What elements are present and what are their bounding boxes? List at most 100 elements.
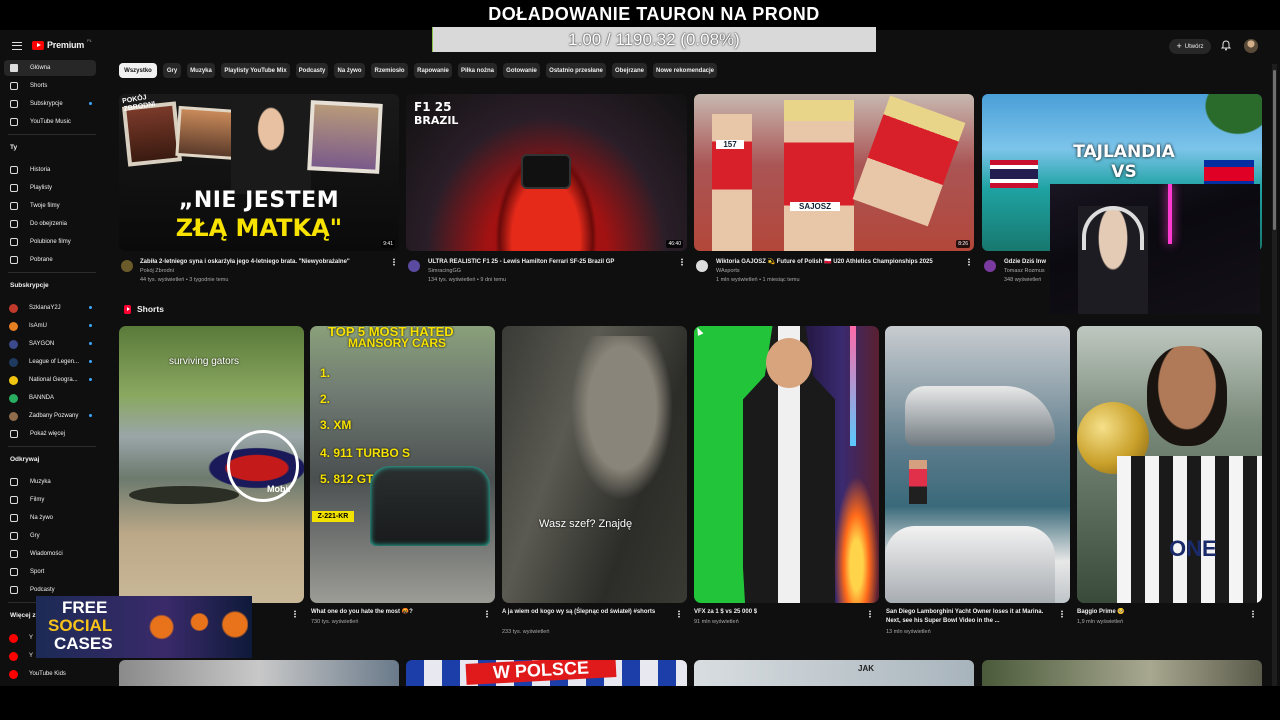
channel-avatar[interactable] <box>984 260 996 272</box>
sidebar-item[interactable]: Pokaż więcej <box>4 426 96 442</box>
sidebar-section-header[interactable]: Subskrypcje <box>10 282 49 289</box>
sidebar-item[interactable]: Do obejrzenia <box>4 216 96 232</box>
sidebar-section-header[interactable]: Odkrywaj <box>10 456 39 463</box>
sidebar-item[interactable]: Subskrypcje <box>4 96 96 112</box>
channel-avatar[interactable] <box>121 260 133 272</box>
video-title[interactable]: Zabiła 2-letniego syna i oskarżyła jego … <box>140 258 386 266</box>
more-options-icon[interactable] <box>486 610 488 618</box>
sidebar-section-header[interactable]: Ty <box>10 144 17 151</box>
sidebar-item[interactable]: Playlisty <box>4 180 96 196</box>
filter-chip[interactable]: Wszystko <box>119 63 157 78</box>
video-title[interactable]: ULTRA REALISTIC F1 25 - Lewis Hamilton F… <box>428 258 674 266</box>
sidebar-item-label: IsAmU <box>29 323 47 329</box>
short-thumbnail[interactable] <box>694 326 879 603</box>
channel-avatar <box>9 651 18 661</box>
short-sponsor-text: Mobil <box>267 484 291 494</box>
sidebar-item-label: Y <box>29 653 34 659</box>
sidebar-item[interactable]: Zadbany Pozwany <box>4 408 96 424</box>
sidebar-item-label: BANNDA <box>29 395 55 401</box>
sidebar-item[interactable]: YouTube Kids <box>4 666 96 682</box>
sidebar-item[interactable]: SAYGON <box>4 336 96 352</box>
filter-chip[interactable]: Playlisty YouTube Mix <box>221 63 290 78</box>
short-thumbnail[interactable]: Wasz szef? Znajdę <box>502 326 687 603</box>
filter-chip[interactable]: Na żywo <box>334 63 365 78</box>
sidebar-item[interactable]: Sport <box>4 564 96 580</box>
sidebar-item[interactable]: IsAmU <box>4 318 96 334</box>
more-options-icon[interactable] <box>393 258 395 266</box>
short-title[interactable]: What one do you hate the most 🤬? <box>311 608 479 617</box>
sidebar-item[interactable]: Twoje filmy <box>4 198 96 214</box>
filter-chip[interactable]: Rzemiosło <box>371 63 408 78</box>
short-title[interactable]: A ja wiem od kogo wy są (Ślepnąc od świa… <box>502 608 670 617</box>
create-label: Utwórz <box>1184 43 1204 50</box>
more-options-icon[interactable] <box>968 258 970 266</box>
channel-name[interactable]: Tomasz Rozmus <box>1004 268 1045 274</box>
sidebar-item[interactable]: Pobrane <box>4 252 96 268</box>
youtube-logo[interactable]: Premium PL <box>32 38 92 50</box>
sidebar-item-label: Shorts <box>30 83 48 89</box>
video-meta: 1 mln wyświetleń • 1 miesiąc temu <box>716 277 800 283</box>
channel-avatar[interactable] <box>696 260 708 272</box>
sidebar-item[interactable]: BANNDA <box>4 390 96 406</box>
channel-avatar[interactable] <box>408 260 420 272</box>
sidebar-item[interactable]: National Geogra... <box>4 372 96 388</box>
filter-chip[interactable]: Gry <box>163 63 181 78</box>
channel-name[interactable]: Pokój Zbrodni <box>140 268 174 274</box>
menu-icon[interactable] <box>12 42 22 50</box>
sidebar-section-header[interactable]: Więcej z <box>10 612 36 619</box>
short-thumbnail[interactable]: surviving gators Mobil <box>119 326 304 603</box>
sidebar-item[interactable]: Wiadomości <box>4 546 96 562</box>
sidebar-item[interactable]: League of Legen... <box>4 354 96 370</box>
more-options-icon[interactable] <box>294 610 296 618</box>
filter-chip[interactable]: Gotowanie <box>503 63 540 78</box>
account-avatar[interactable] <box>1244 39 1258 53</box>
filter-chip[interactable]: Muzyka <box>187 63 215 78</box>
sidebar-item-label: Historia <box>30 167 51 173</box>
thailand-flag-icon <box>990 160 1038 188</box>
channel-name[interactable]: SimracingGG <box>428 268 461 274</box>
short-title[interactable]: San Diego Lamborghini Yacht Owner loses … <box>886 608 1058 626</box>
sidebar-item[interactable]: Na żywo <box>4 510 96 526</box>
sidebar-item[interactable]: Główna <box>4 60 96 76</box>
more-options-icon[interactable] <box>1252 610 1254 618</box>
video-thumbnail[interactable]: F1 25 BRAZIL 46:40 <box>406 94 687 251</box>
page-scrollbar-thumb[interactable] <box>1273 70 1276 230</box>
video-thumbnail[interactable]: SAJOSZ 157 8:26 <box>694 94 974 251</box>
sidebar-item[interactable]: Polubione filmy <box>4 234 96 250</box>
notifications-bell-icon[interactable] <box>1221 40 1231 51</box>
more-options-icon[interactable] <box>681 258 683 266</box>
sidebar-item-label: Twoje filmy <box>30 203 60 209</box>
video-thumbnail[interactable]: JAK <box>694 660 974 686</box>
sidebar-item[interactable]: YouTube Music <box>4 114 96 130</box>
more-options-icon[interactable] <box>1061 610 1063 618</box>
sidebar-item[interactable]: Muzyka <box>4 474 96 490</box>
video-thumbnail[interactable]: W POLSCE <box>406 660 687 686</box>
sidebar-item[interactable]: Historia <box>4 162 96 178</box>
short-title[interactable]: Baggio Prime 🥺 <box>1077 608 1245 617</box>
sidebar-item[interactable]: Shorts <box>4 78 96 94</box>
filter-chip[interactable]: Podcasty <box>296 63 328 78</box>
video-thumbnail[interactable] <box>982 660 1262 686</box>
short-thumbnail[interactable]: ONE <box>1077 326 1262 603</box>
sidebar-item[interactable]: Gry <box>4 528 96 544</box>
sidebar-item[interactable]: Filmy <box>4 492 96 508</box>
short-thumbnail[interactable]: TOP 5 MOST HATED MANSORY CARS 1. 2. 3. X… <box>310 326 495 603</box>
filter-chip[interactable]: Obejrzane <box>612 63 647 78</box>
more-options-icon[interactable] <box>869 610 871 618</box>
filter-chip[interactable]: Rapowanie <box>414 63 452 78</box>
short-title[interactable]: VFX za 1 $ vs 25 000 $ <box>694 608 862 617</box>
video-thumbnail[interactable]: POKÓJ ZBRODNI „NIE JESTEM ZŁĄ MATKĄ" 9:4… <box>119 94 399 251</box>
filter-chip[interactable]: Piłka nożna <box>458 63 497 78</box>
create-button[interactable]: + Utwórz <box>1169 39 1211 54</box>
filter-chip[interactable]: Nowe rekomendacje <box>653 63 717 78</box>
channel-name[interactable]: WAsports <box>716 268 740 274</box>
more-options-icon[interactable] <box>678 610 680 618</box>
video-thumbnail[interactable] <box>119 660 399 686</box>
video-title[interactable]: Wiktoria GAJOSZ 💫 Future of Polish 🇵🇱 U2… <box>716 258 962 266</box>
channel-avatar <box>9 339 18 349</box>
filter-chip[interactable]: Ostatnio przesłane <box>546 63 606 78</box>
short-list-item: 1. <box>320 366 331 380</box>
sidebar-item[interactable]: SzklanaY2J <box>4 300 96 316</box>
channel-avatar <box>9 357 18 367</box>
short-thumbnail[interactable] <box>885 326 1070 603</box>
